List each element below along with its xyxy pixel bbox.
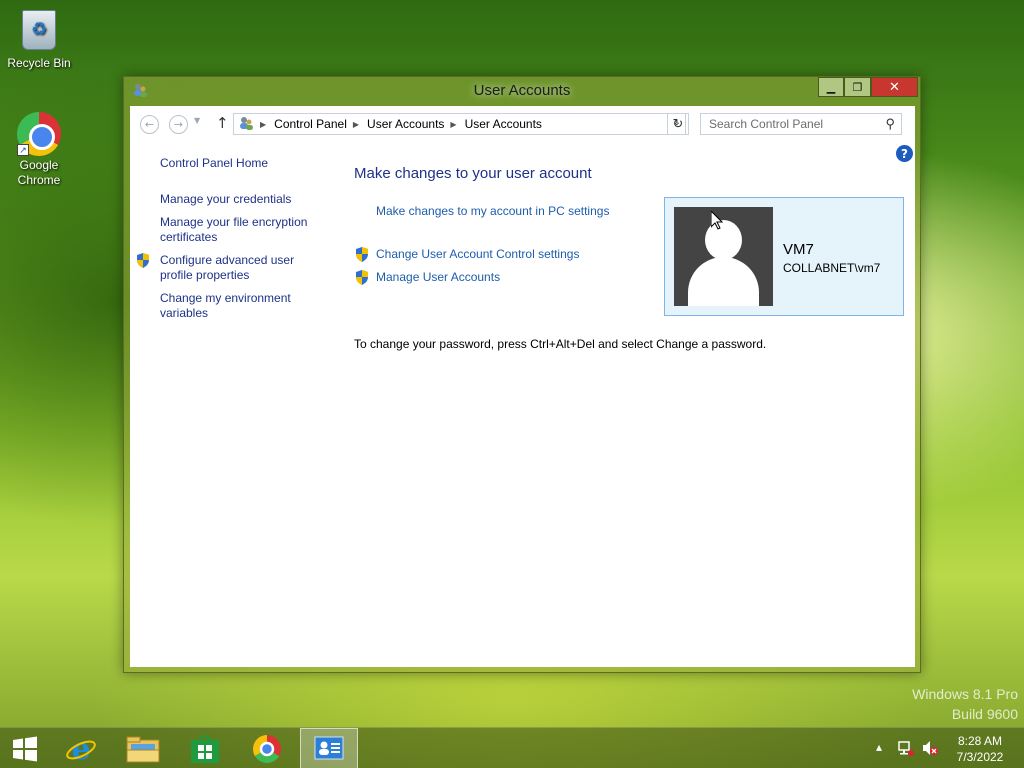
uac-shield-icon [136,253,150,268]
windows-logo-icon [13,736,37,761]
google-chrome-label: Google Chrome [17,158,61,187]
uac-shield-icon [355,270,369,285]
maximize-button[interactable]: ❐ [844,77,871,97]
arrow-left-icon: ← [144,118,155,131]
maximize-icon: ❐ [852,80,863,94]
forward-button[interactable]: → [169,115,188,134]
back-button[interactable]: ← [140,115,159,134]
manage-file-encryption-link[interactable]: Manage your file encryption certificates [160,215,320,245]
minimize-button[interactable]: ▁ [818,77,844,97]
manage-credentials-link[interactable]: Manage your credentials [160,192,325,207]
watermark-build: Build 9600 [951,706,1018,722]
refresh-button[interactable]: ↻ [667,113,689,135]
system-clock[interactable]: 8:28 AM 7/3/2022 [946,733,1014,765]
chrome-icon: ↗ [17,112,61,156]
start-button[interactable] [0,728,50,768]
control-panel-icon [238,116,254,132]
recent-locations-button[interactable]: ▼ [194,116,200,125]
password-note: To change your password, press Ctrl+Alt+… [354,337,767,351]
recycle-bin-desktop-icon[interactable]: Recycle Bin [1,8,77,70]
window-content: ← → ▼ ↑ ▶ Control Panel ▶ User Accounts … [130,106,915,667]
watermark-edition: Windows 8.1 Pro [912,686,1018,702]
navigation-bar: ← → ▼ ↑ ▶ Control Panel ▶ User Accounts … [130,106,915,142]
taskbar-user-accounts[interactable] [300,728,358,768]
folder-icon [126,736,160,762]
minimize-icon: ▁ [826,80,836,94]
volume-muted-icon[interactable] [921,739,939,760]
configure-advanced-profile-link[interactable]: Configure advanced user profile properti… [160,253,310,283]
recycle-bin-label: Recycle Bin [7,56,71,70]
breadcrumb-user-accounts[interactable]: User Accounts [367,117,444,131]
taskbar-internet-explorer[interactable]: e [52,728,110,768]
refresh-icon: ↻ [672,116,684,132]
breadcrumb-separator-icon[interactable]: ▶ [260,120,266,129]
user-domain: COLLABNET\vm7 [783,261,881,275]
arrow-right-icon: → [173,118,184,131]
taskbar: e ▴ 8:28 AM 7/3/2022 [0,727,1024,768]
user-name: VM7 [783,241,814,258]
breadcrumb-user-accounts-current[interactable]: User Accounts [465,117,542,131]
shortcut-arrow-icon: ↗ [17,144,29,156]
chevron-down-icon: ▼ [194,116,201,125]
control-panel-home-link[interactable]: Control Panel Home [160,156,325,171]
user-accounts-window: User Accounts ▁ ❐ ✕ ← → ▼ ↑ ▶ Control Pa… [123,76,921,673]
clock-time: 8:28 AM [957,734,1003,748]
arrow-up-icon: ↑ [216,114,229,132]
mouse-cursor-icon [710,209,724,230]
help-icon[interactable]: ? [896,145,913,162]
network-icon[interactable] [897,739,915,760]
page-title: Make changes to your user account [354,165,592,182]
change-environment-variables-link[interactable]: Change my environment variables [160,291,310,321]
window-title: User Accounts [473,82,571,99]
recycle-bin-icon [17,10,61,54]
control-panel-icon [314,736,344,759]
chrome-icon [253,734,281,763]
show-hidden-icons-button[interactable]: ▴ [876,740,882,754]
close-button[interactable]: ✕ [871,77,918,97]
svg-text:e: e [71,733,90,765]
close-icon: ✕ [889,79,900,95]
uac-shield-icon [355,247,369,262]
user-account-tile[interactable]: VM7 COLLABNET\vm7 [664,197,904,316]
clock-date: 7/3/2022 [956,750,1004,764]
internet-explorer-icon: e [66,733,96,765]
search-placeholder: Search Control Panel [709,117,824,131]
manage-user-accounts-link[interactable]: Manage User Accounts [376,270,500,284]
search-icon[interactable]: ⚲ [885,116,895,132]
title-bar[interactable]: User Accounts ▁ ❐ ✕ [124,77,920,105]
avatar[interactable] [674,207,773,306]
chevron-up-icon: ▴ [876,740,883,754]
windows-watermark: Windows 8.1 Pro Build 9600 [912,684,1018,724]
taskbar-google-chrome[interactable] [238,728,296,768]
up-button[interactable]: ↑ [216,114,229,132]
breadcrumb-separator-icon[interactable]: ▶ [353,120,359,129]
taskbar-store[interactable] [176,728,234,768]
store-icon [191,734,219,763]
pc-settings-link[interactable]: Make changes to my account in PC setting… [376,204,609,218]
google-chrome-desktop-icon[interactable]: ↗ Google Chrome [1,112,77,188]
uac-settings-link[interactable]: Change User Account Control settings [376,247,579,261]
taskbar-file-explorer[interactable] [114,728,172,768]
address-bar[interactable]: ▶ Control Panel ▶ User Accounts ▶ User A… [233,113,686,135]
breadcrumb-separator-icon[interactable]: ▶ [450,120,456,129]
breadcrumb-control-panel[interactable]: Control Panel [274,117,347,131]
search-input[interactable]: Search Control Panel ⚲ [700,113,902,135]
